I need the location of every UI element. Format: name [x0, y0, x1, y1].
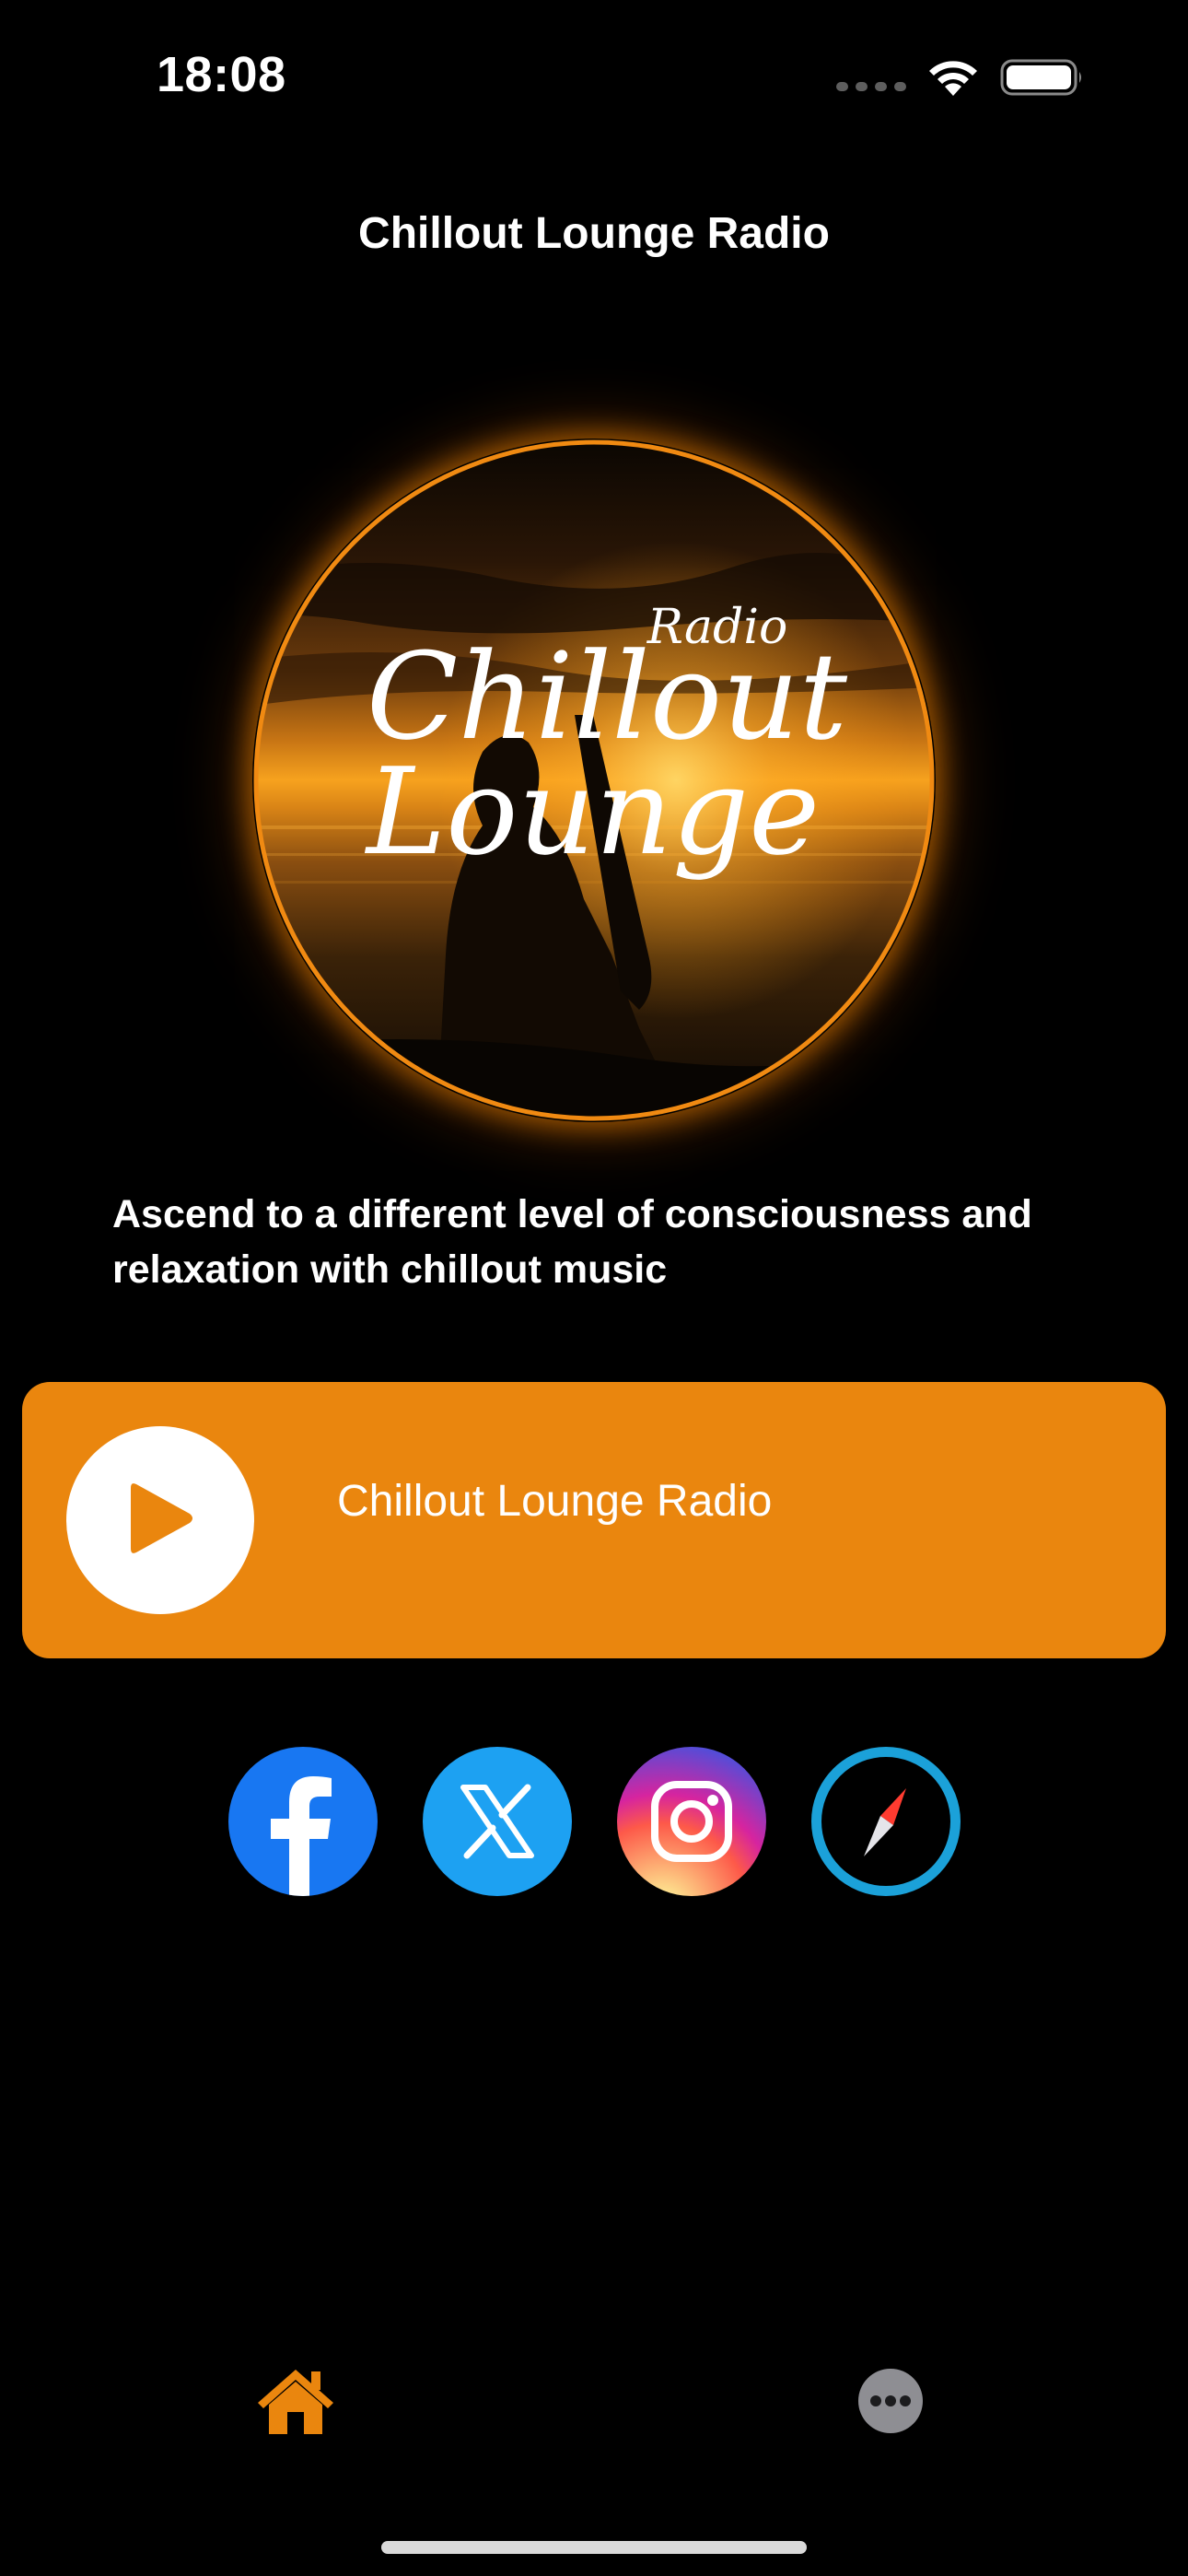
- play-icon: [123, 1477, 197, 1564]
- status-time: 18:08: [157, 47, 286, 102]
- player-station-name: Chillout Lounge Radio: [337, 1477, 773, 1526]
- tab-home[interactable]: [245, 2357, 346, 2449]
- home-icon: [256, 2366, 335, 2441]
- player-card[interactable]: Chillout Lounge Radio: [22, 1382, 1166, 1658]
- page-title: Chillout Lounge Radio: [358, 209, 830, 258]
- wifi-icon: [926, 57, 980, 102]
- status-bar: 18:08: [0, 0, 1188, 157]
- play-button[interactable]: [66, 1426, 254, 1614]
- home-indicator: [381, 2541, 807, 2554]
- website-button[interactable]: [811, 1747, 961, 1896]
- compass-icon: [831, 1766, 941, 1877]
- x-button[interactable]: [423, 1747, 572, 1896]
- more-icon: [857, 2368, 924, 2439]
- station-logo: Radio Chillout Lounge: [252, 439, 936, 1122]
- station-description: Ascend to a different level of conscious…: [112, 1192, 1032, 1292]
- instagram-icon: [646, 1775, 738, 1868]
- x-icon: [456, 1780, 539, 1863]
- instagram-button[interactable]: [617, 1747, 766, 1896]
- status-icons: [836, 57, 1085, 102]
- battery-icon: [1000, 57, 1085, 102]
- logo-text-line2: Lounge: [365, 742, 820, 882]
- facebook-icon: [228, 1747, 378, 1896]
- tab-bar: [0, 2340, 1188, 2469]
- cellular-signal-icon: [836, 81, 906, 91]
- tab-more[interactable]: [840, 2357, 941, 2449]
- facebook-button[interactable]: [228, 1747, 378, 1896]
- social-links: [228, 1747, 961, 1896]
